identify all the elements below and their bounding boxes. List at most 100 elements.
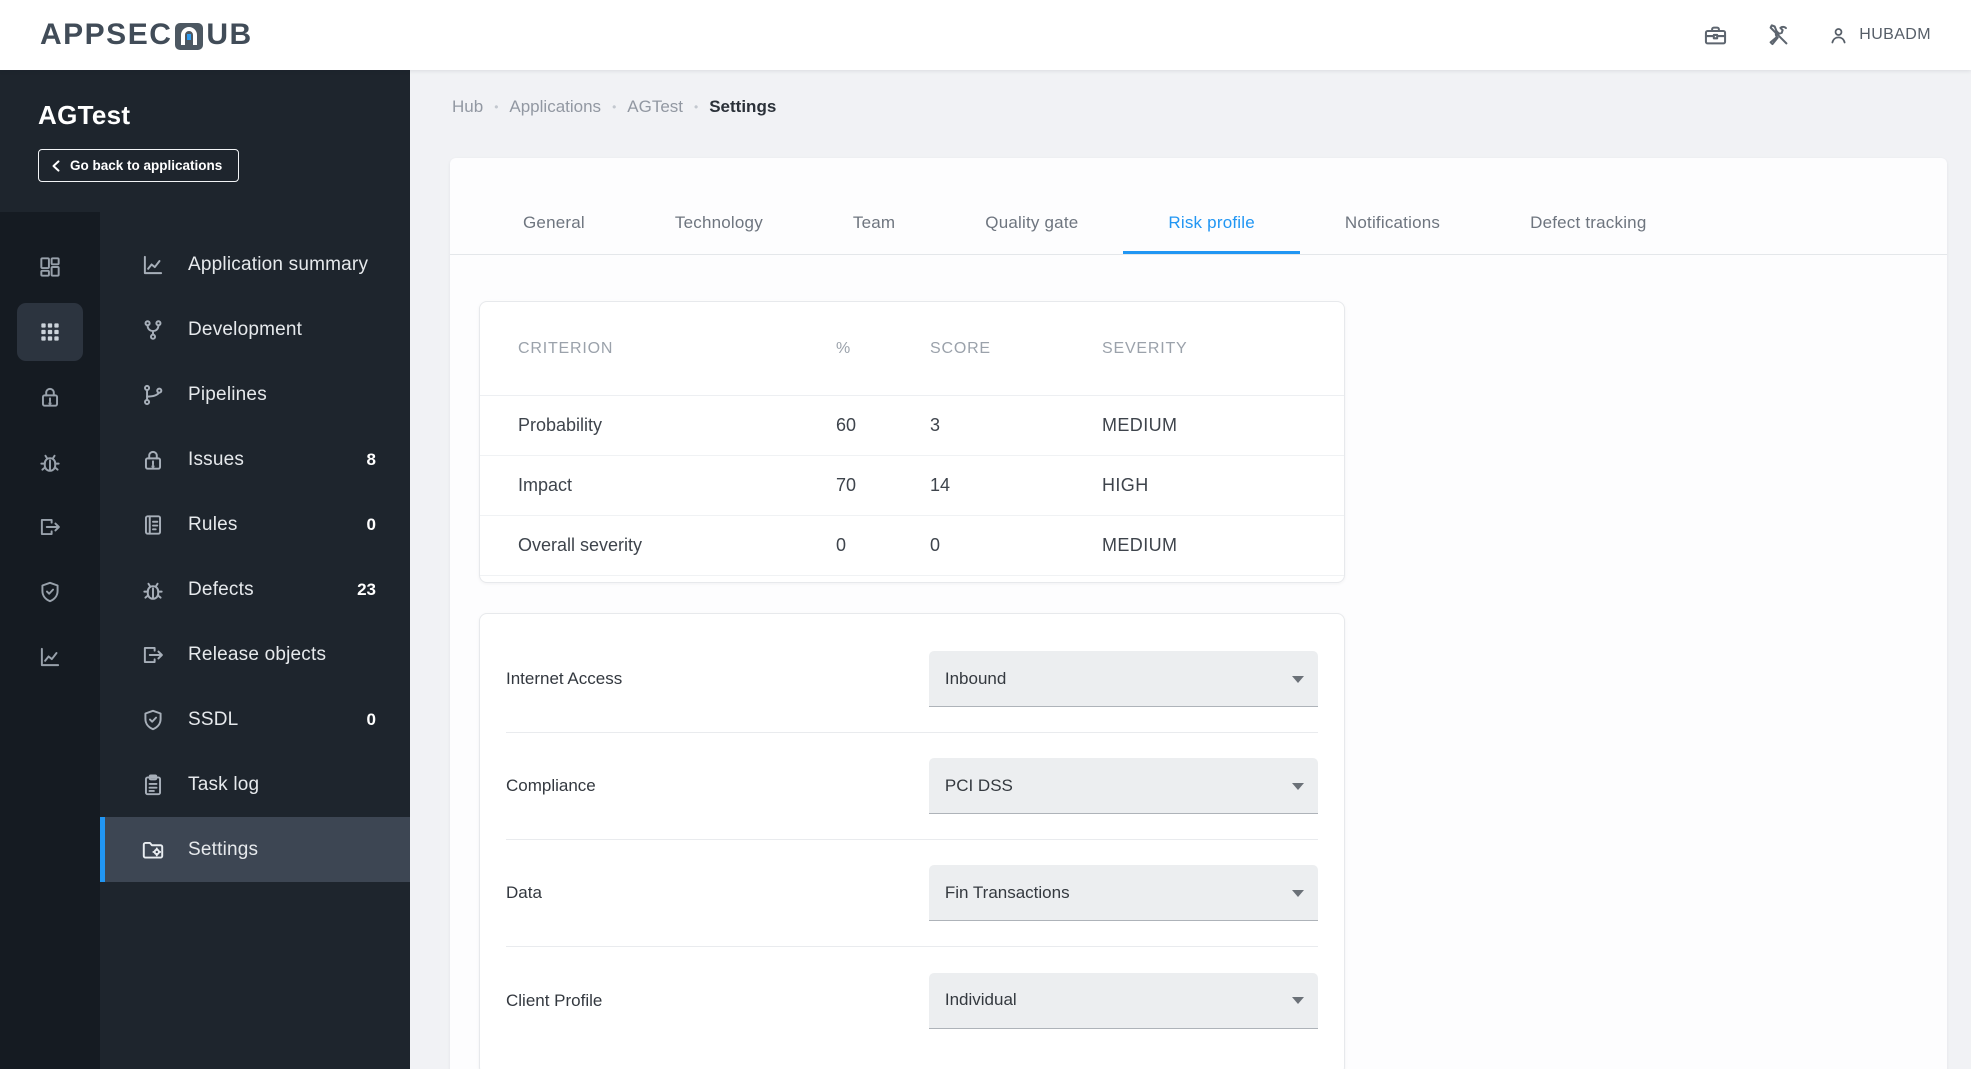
compliance-select[interactable]: PCI DSS <box>928 758 1318 814</box>
client-profile-select[interactable]: Individual <box>928 972 1318 1029</box>
rail-item-ssdl[interactable] <box>17 563 83 621</box>
line-chart-icon <box>140 252 166 278</box>
bug-icon <box>37 449 63 475</box>
risk-criteria-table: CRITERION % SCORE SEVERITY Probability 6… <box>479 301 1345 583</box>
tab-general[interactable]: General <box>478 192 630 254</box>
issues-count-badge: 8 <box>366 449 376 469</box>
clipboard-icon <box>140 772 166 798</box>
internet-access-select[interactable]: Inbound <box>928 651 1318 707</box>
sidebar-item-defects[interactable]: Defects 23 <box>100 557 410 622</box>
select-value: Individual <box>944 990 1017 1009</box>
data-select[interactable]: Fin Transactions <box>928 865 1318 921</box>
sidebar-item-development[interactable]: Development <box>100 297 410 362</box>
form-row-compliance: Compliance PCI DSS <box>506 733 1318 840</box>
applications-grid-icon <box>37 319 63 345</box>
defects-count-badge: 23 <box>357 579 376 599</box>
toolbox-icon[interactable] <box>1702 22 1729 49</box>
lock-alert-icon <box>37 384 63 410</box>
admin-tools-icon[interactable] <box>1765 22 1792 49</box>
sidebar-item-issues[interactable]: Issues 8 <box>100 427 410 492</box>
column-header-percent: % <box>836 339 852 357</box>
cell-severity: HIGH <box>1102 475 1149 495</box>
field-label: Internet Access <box>506 669 623 688</box>
select-value: Inbound <box>944 668 1007 688</box>
tab-team[interactable]: Team <box>808 192 940 254</box>
table-header-row: CRITERION % SCORE SEVERITY <box>480 302 1344 396</box>
breadcrumb-item-applications[interactable]: Applications <box>509 97 601 117</box>
select-value: PCI DSS <box>944 775 1013 795</box>
sidebar-item-label: SSDL <box>188 708 239 730</box>
sidebar-item-label: Development <box>188 318 303 340</box>
cell-score: 0 <box>930 535 941 555</box>
cell-criterion: Overall severity <box>518 535 643 555</box>
cell-criterion: Probability <box>518 415 603 435</box>
breadcrumb-separator: • <box>494 100 499 114</box>
sidebar-item-pipelines[interactable]: Pipelines <box>100 362 410 427</box>
tab-notifications[interactable]: Notifications <box>1300 192 1485 254</box>
header-actions: HUBADM <box>1702 22 1931 49</box>
cell-percent: 60 <box>836 415 857 435</box>
bug-icon <box>140 577 166 603</box>
shield-check-icon <box>140 707 166 733</box>
form-row-internet-access: Internet Access Inbound <box>506 626 1318 733</box>
settings-panel: General Technology Team Quality gate Ris… <box>450 158 1947 1069</box>
breadcrumb: Hub • Applications • AGTest • Settings <box>410 70 1971 118</box>
tab-defect-tracking[interactable]: Defect tracking <box>1485 192 1691 254</box>
rail-item-metrics[interactable] <box>17 628 83 686</box>
breadcrumb-current-settings: Settings <box>709 97 777 116</box>
rail-item-release-objects[interactable] <box>17 498 83 556</box>
column-header-criterion: CRITERION <box>518 339 614 357</box>
appsechub-mark-icon <box>174 21 204 51</box>
top-header: APPSEC UB HUBADM <box>0 0 1971 70</box>
breadcrumb-item-hub[interactable]: Hub <box>452 97 483 117</box>
sidebar-item-rules[interactable]: Rules 0 <box>100 492 410 557</box>
logo-text-prefix: APPSEC <box>40 18 173 51</box>
tab-risk-profile[interactable]: Risk profile <box>1123 192 1299 254</box>
app-logo: APPSEC UB <box>40 18 253 52</box>
sidebar-item-task-log[interactable]: Task log <box>100 752 410 817</box>
user-name: HUBADM <box>1859 26 1931 43</box>
sidebar-item-label: Application summary <box>188 253 369 275</box>
sidebar-item-label: Settings <box>188 838 259 860</box>
ssdl-count-badge: 0 <box>366 709 376 729</box>
sidebar-body: Application summary Development Pipeline… <box>0 212 410 1069</box>
cell-score: 14 <box>930 475 951 495</box>
logo-text-suffix: UB <box>206 18 253 51</box>
chevron-down-icon <box>1292 889 1304 897</box>
breadcrumb-item-agtest[interactable]: AGTest <box>627 97 683 117</box>
sidebar-item-label: Task log <box>188 773 260 795</box>
sidebar-item-ssdl[interactable]: SSDL 0 <box>100 687 410 752</box>
cell-score: 3 <box>930 415 941 435</box>
merge-icon <box>140 317 166 343</box>
rail-item-defects[interactable] <box>17 433 83 491</box>
form-row-data: Data Fin Transactions <box>506 840 1318 947</box>
rail-item-applications[interactable] <box>17 303 83 361</box>
document-icon <box>140 512 166 538</box>
release-icon <box>37 514 63 540</box>
lock-alert-icon <box>140 447 166 473</box>
folder-gear-icon <box>140 837 166 863</box>
sidebar-item-label: Rules <box>188 513 238 535</box>
sidebar-item-settings[interactable]: Settings <box>100 817 410 882</box>
sidebar-item-release-objects[interactable]: Release objects <box>100 622 410 687</box>
shield-check-icon <box>37 579 63 605</box>
icon-rail <box>0 212 100 1069</box>
sidebar-item-application-summary[interactable]: Application summary <box>100 232 410 297</box>
cell-percent: 70 <box>836 475 857 495</box>
column-header-severity: SEVERITY <box>1102 339 1188 357</box>
chevron-down-icon <box>1292 997 1304 1004</box>
chevron-down-icon <box>1292 782 1304 790</box>
column-header-score: SCORE <box>930 339 991 357</box>
select-value: Fin Transactions <box>944 882 1070 902</box>
tab-technology[interactable]: Technology <box>630 192 808 254</box>
field-label: Compliance <box>506 776 596 795</box>
user-menu[interactable]: HUBADM <box>1828 25 1931 46</box>
chevron-down-icon <box>1292 675 1304 683</box>
table-row: Overall severity 0 0 MEDIUM <box>480 516 1344 576</box>
risk-profile-form: Internet Access Inbound Compliance PCI D… <box>479 613 1345 1069</box>
tab-quality-gate[interactable]: Quality gate <box>940 192 1123 254</box>
go-back-to-applications-button[interactable]: Go back to applications <box>38 149 240 182</box>
user-icon <box>1828 25 1849 46</box>
rail-item-issues[interactable] <box>17 368 83 426</box>
rail-item-dashboard[interactable] <box>17 238 83 296</box>
